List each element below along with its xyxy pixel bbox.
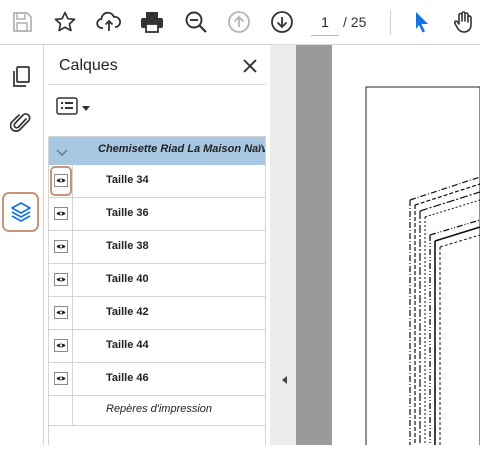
tree-bottom-divider [49, 425, 265, 426]
layers-panel: Calques Chemisette Riad La Maison Naïve … [44, 45, 270, 445]
pages-icon[interactable] [7, 63, 35, 91]
panel-divider [48, 84, 266, 85]
collapse-panel-icon[interactable] [282, 376, 287, 384]
document-page[interactable] [332, 45, 480, 448]
layer-row[interactable]: Taille 34 [49, 165, 265, 198]
layer-label: Repères d'impression [106, 403, 213, 415]
layer-options-button[interactable] [56, 96, 96, 120]
close-icon[interactable] [239, 55, 261, 77]
save-icon[interactable] [8, 8, 36, 36]
eye-icon[interactable] [54, 207, 68, 220]
page-down-icon[interactable] [268, 8, 296, 36]
eye-icon[interactable] [54, 306, 68, 319]
layer-row[interactable]: Taille 42 [49, 297, 265, 330]
eye-icon[interactable] [54, 174, 68, 187]
layer-label: Taille 34 [106, 174, 149, 186]
layers-icon[interactable] [7, 198, 35, 226]
page-up-icon[interactable] [225, 8, 253, 36]
panel-title: Calques [59, 57, 118, 74]
layers-tree: Chemisette Riad La Maison Naïve Taille 3… [48, 136, 266, 445]
layer-label: Taille 44 [106, 339, 149, 351]
layer-label: Taille 46 [106, 372, 149, 384]
select-cursor-icon[interactable] [408, 8, 436, 36]
root-layer-label: Chemisette Riad La Maison Naïve [98, 143, 265, 155]
print-icon[interactable] [138, 8, 166, 36]
top-toolbar: / 25 [0, 0, 480, 45]
layer-row[interactable]: Taille 46 [49, 363, 265, 396]
attachments-icon[interactable] [7, 109, 35, 137]
toolbar-separator [390, 10, 391, 35]
eye-icon[interactable] [54, 240, 68, 253]
cloud-upload-icon[interactable] [95, 8, 123, 36]
layer-row[interactable]: Taille 36 [49, 198, 265, 231]
list-options-icon [56, 96, 78, 120]
chevron-down-icon[interactable] [55, 145, 69, 157]
pattern-drawing [365, 86, 480, 448]
page-total: / 25 [343, 14, 367, 30]
layer-label: Taille 36 [106, 207, 149, 219]
layer-row[interactable]: Taille 40 [49, 264, 265, 297]
zoom-out-icon[interactable] [182, 8, 210, 36]
layer-row[interactable]: Repères d'impression [49, 396, 265, 425]
page-number-input[interactable] [311, 9, 339, 36]
layer-row[interactable]: Taille 38 [49, 231, 265, 264]
hand-tool-icon[interactable] [450, 8, 478, 36]
star-icon[interactable] [51, 8, 79, 36]
eye-icon[interactable] [54, 273, 68, 286]
chevron-down-icon [82, 99, 90, 117]
layer-label: Taille 42 [106, 306, 149, 318]
panel-splitter[interactable] [270, 45, 296, 445]
layer-row[interactable]: Taille 44 [49, 330, 265, 363]
left-rail [0, 45, 44, 445]
layer-label: Taille 38 [106, 240, 149, 252]
root-layer-row[interactable]: Chemisette Riad La Maison Naïve [49, 137, 265, 165]
layer-label: Taille 40 [106, 273, 149, 285]
eye-icon[interactable] [54, 339, 68, 352]
eye-icon[interactable] [54, 372, 68, 385]
